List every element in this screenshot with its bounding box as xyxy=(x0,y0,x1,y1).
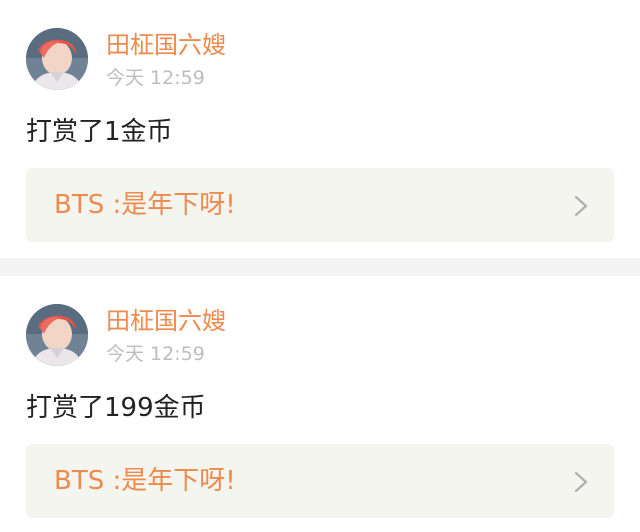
reward-text: 打赏了199金币 xyxy=(26,393,206,423)
avatar-image xyxy=(26,304,88,366)
user-avatar[interactable] xyxy=(26,28,88,90)
linked-post-title: BTS :是年下呀! xyxy=(54,190,236,220)
chevron-right-icon xyxy=(574,471,588,493)
feed-item: 田柾国六嫂 今天 12:59 打赏了199金币 BTS :是年下呀! xyxy=(0,276,640,532)
linked-post-card[interactable]: BTS :是年下呀! xyxy=(26,444,614,518)
linked-post-card[interactable]: BTS :是年下呀! xyxy=(26,168,614,242)
avatar-image xyxy=(26,28,88,90)
linked-post-title: BTS :是年下呀! xyxy=(54,466,236,496)
post-time: 今天 12:59 xyxy=(106,343,205,365)
card-separator xyxy=(0,258,640,276)
post-time: 今天 12:59 xyxy=(106,67,205,89)
reward-feed: 田柾国六嫂 今天 12:59 打赏了1金币 BTS :是年下呀! 田柾国六嫂 今… xyxy=(0,0,640,532)
user-avatar[interactable] xyxy=(26,304,88,366)
reward-text: 打赏了1金币 xyxy=(26,117,173,147)
user-name[interactable]: 田柾国六嫂 xyxy=(106,306,226,336)
feed-item: 田柾国六嫂 今天 12:59 打赏了1金币 BTS :是年下呀! xyxy=(0,0,640,258)
chevron-right-icon xyxy=(574,195,588,217)
user-name[interactable]: 田柾国六嫂 xyxy=(106,30,226,60)
